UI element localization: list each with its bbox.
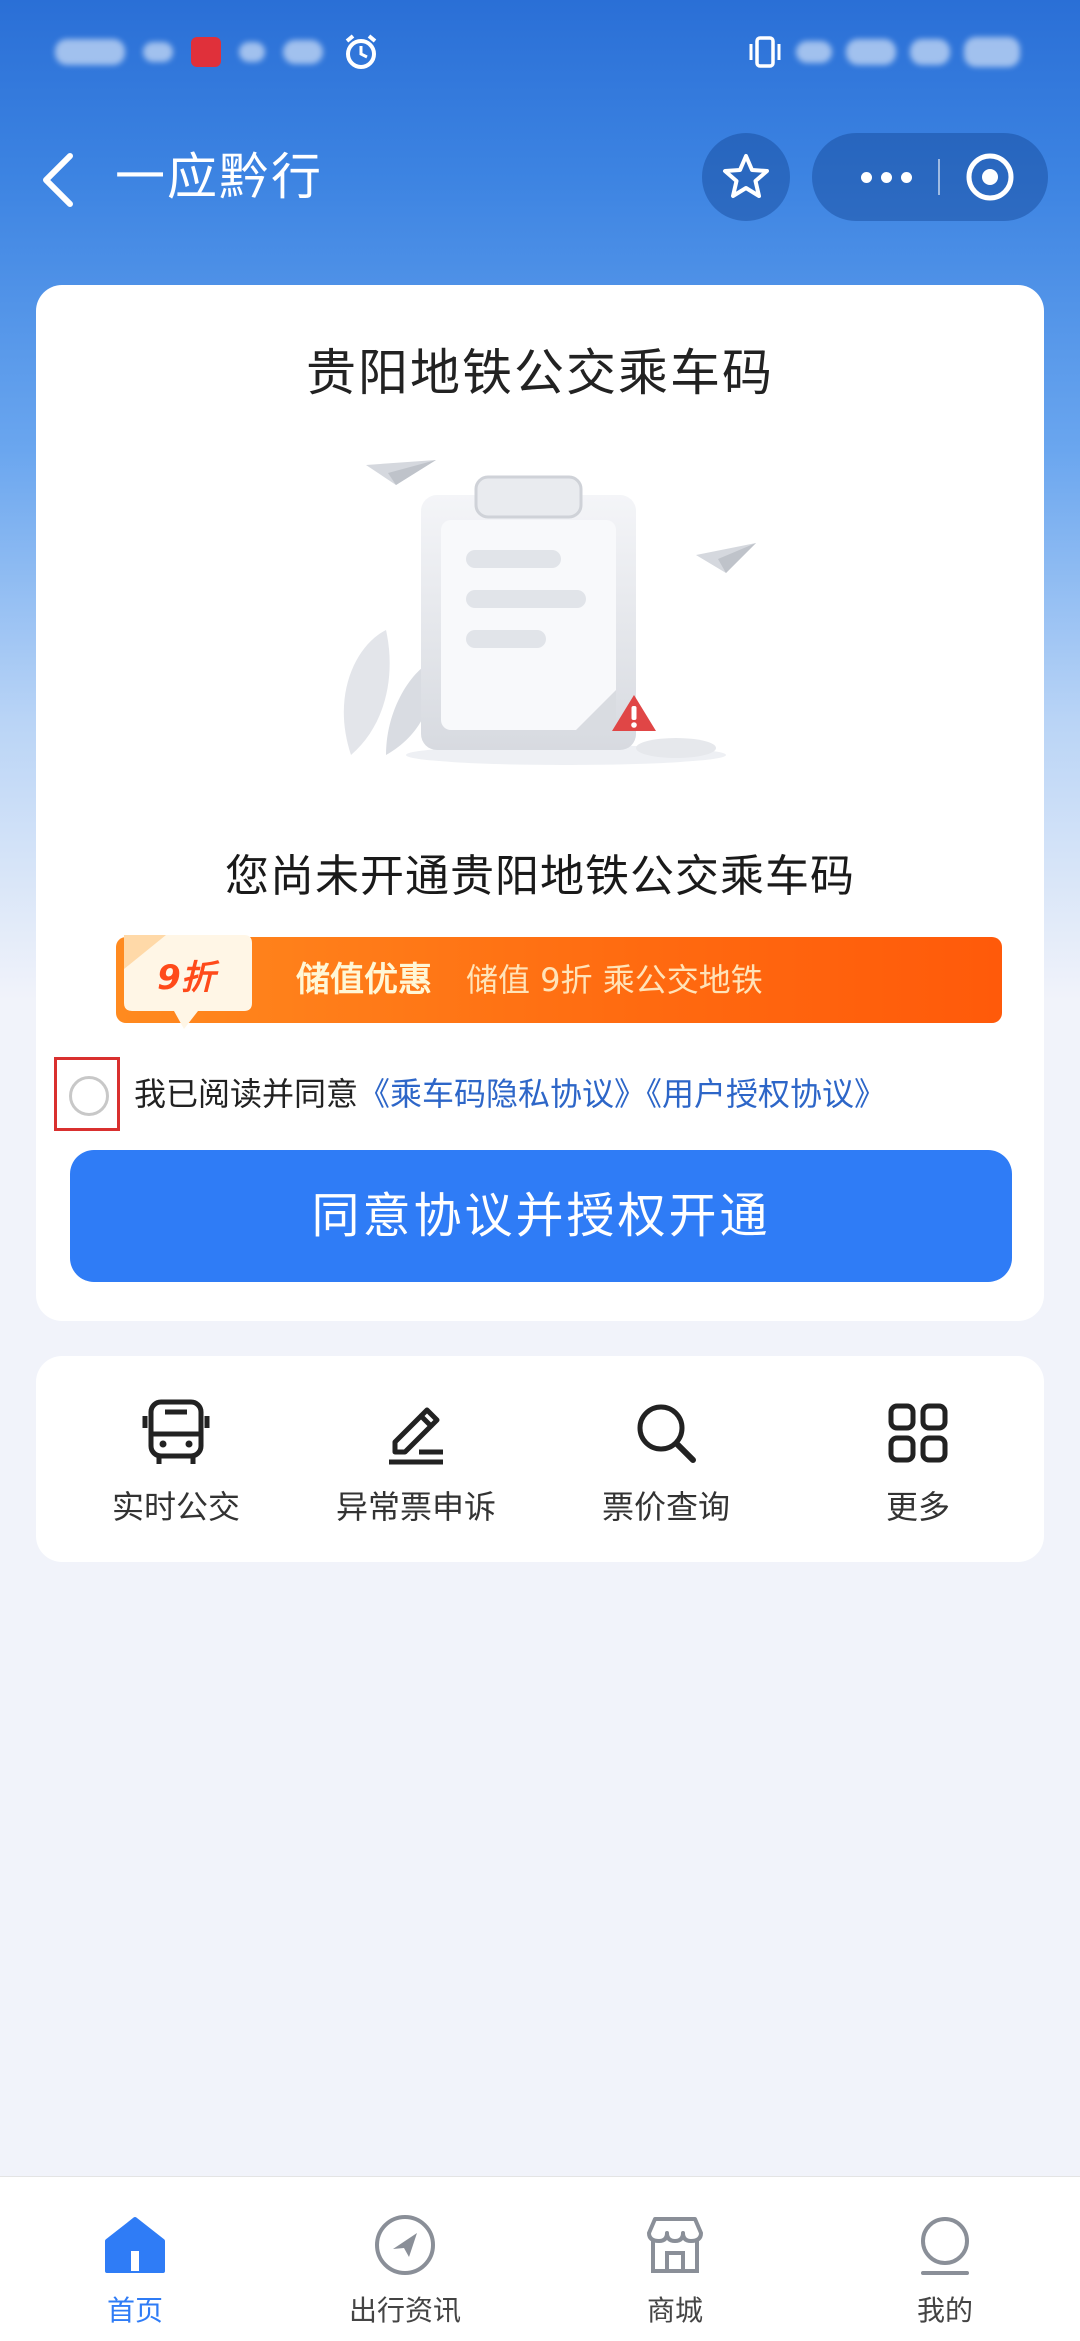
- compass-icon: [375, 2215, 435, 2275]
- services-panel: 实时公交 异常票申诉 票价查询 更多: [36, 1356, 1044, 1562]
- battery-icon: [964, 37, 1020, 67]
- status-right: [748, 30, 1020, 74]
- signal-icon: [910, 39, 950, 65]
- capsule-divider: [938, 159, 940, 195]
- agreement-checkbox-highlight[interactable]: [54, 1057, 120, 1131]
- nav-store[interactable]: 商城: [575, 2211, 775, 2329]
- agreement-radio[interactable]: [69, 1076, 109, 1116]
- status-blur: [283, 40, 323, 64]
- service-ticket-appeal[interactable]: 异常票申诉: [306, 1396, 526, 1536]
- status-blur: [796, 41, 832, 63]
- status-left: [55, 30, 381, 74]
- user-authorization-link[interactable]: 《用户授权协议》: [646, 1075, 886, 1113]
- card-title: 贵阳地铁公交乘车码: [306, 344, 774, 402]
- nav-label: 商城: [646, 2294, 703, 2327]
- promo-banner[interactable]: 9折 储值优惠 储值 9折 乘公交地铁: [116, 935, 1002, 1029]
- nav-travel-news[interactable]: 出行资讯: [305, 2211, 505, 2329]
- empty-clipboard-illustration: [343, 460, 756, 765]
- more-icon-dot: [880, 171, 892, 183]
- service-fare-query[interactable]: 票价查询: [556, 1396, 776, 1536]
- nav-profile[interactable]: 我的: [845, 2211, 1045, 2329]
- favorite-button[interactable]: [702, 133, 790, 221]
- page-title: 一应黔行: [115, 148, 323, 206]
- status-blur: [143, 42, 173, 62]
- back-icon[interactable]: [36, 150, 80, 210]
- status-bar: [0, 0, 1080, 104]
- search-icon: [637, 1404, 696, 1463]
- more-icon-dot: [860, 171, 872, 183]
- service-realtime-bus[interactable]: 实时公交: [66, 1396, 286, 1536]
- service-label: 实时公交: [111, 1488, 240, 1526]
- app-notification-icon: [191, 37, 221, 67]
- bottom-navigation: 首页 出行资讯 商城 我的: [0, 2176, 1080, 2341]
- agree-and-activate-button[interactable]: 同意协议并授权开通: [70, 1150, 1012, 1282]
- home-icon: [105, 2217, 165, 2273]
- more-icon-dot: [900, 171, 912, 183]
- grid-icon: [888, 1403, 948, 1463]
- mini-program-capsule: [812, 133, 1048, 221]
- discount-tag-text: 9折: [157, 958, 220, 998]
- ride-code-card: 贵阳地铁公交乘车码 您尚未开通贵阳地铁公交乘车码 9折 储值优惠 储值 9折 乘…: [36, 285, 1044, 1321]
- service-more[interactable]: 更多: [808, 1396, 1028, 1536]
- nav-label: 我的: [916, 2294, 973, 2327]
- agreement-row: 我已阅读并同意《乘车码隐私协议》《用户授权协议》: [54, 1057, 1024, 1141]
- promo-subtitle: 储值 9折 乘公交地铁: [466, 961, 763, 999]
- privacy-agreement-link[interactable]: 《乘车码隐私协议》: [358, 1075, 646, 1113]
- nav-label: 首页: [106, 2294, 163, 2327]
- status-time: [55, 39, 125, 65]
- status-blur: [239, 42, 265, 62]
- promo-title: 储值优惠: [296, 960, 432, 1000]
- not-activated-text: 您尚未开通贵阳地铁公交乘车码: [225, 851, 855, 902]
- close-mini-program-icon[interactable]: [964, 151, 1016, 203]
- bus-icon: [142, 1399, 210, 1464]
- discount-tag: 9折: [124, 935, 252, 1029]
- service-label: 更多: [885, 1488, 950, 1526]
- signal-icon: [846, 39, 896, 65]
- service-label: 票价查询: [601, 1488, 730, 1526]
- profile-icon: [921, 2217, 969, 2275]
- star-icon: [723, 154, 769, 198]
- agreement-text: 我已阅读并同意《乘车码隐私协议》《用户授权协议》: [134, 1071, 886, 1117]
- agreement-prefix: 我已阅读并同意: [134, 1075, 359, 1113]
- nav-label: 出行资讯: [348, 2294, 461, 2327]
- nav-home[interactable]: 首页: [35, 2211, 235, 2329]
- more-button[interactable]: [846, 133, 926, 221]
- alarm-icon: [345, 34, 377, 69]
- store-icon: [647, 2217, 703, 2273]
- service-label: 异常票申诉: [335, 1488, 496, 1526]
- vibrate-icon: [749, 36, 781, 68]
- edit-icon: [389, 1407, 443, 1465]
